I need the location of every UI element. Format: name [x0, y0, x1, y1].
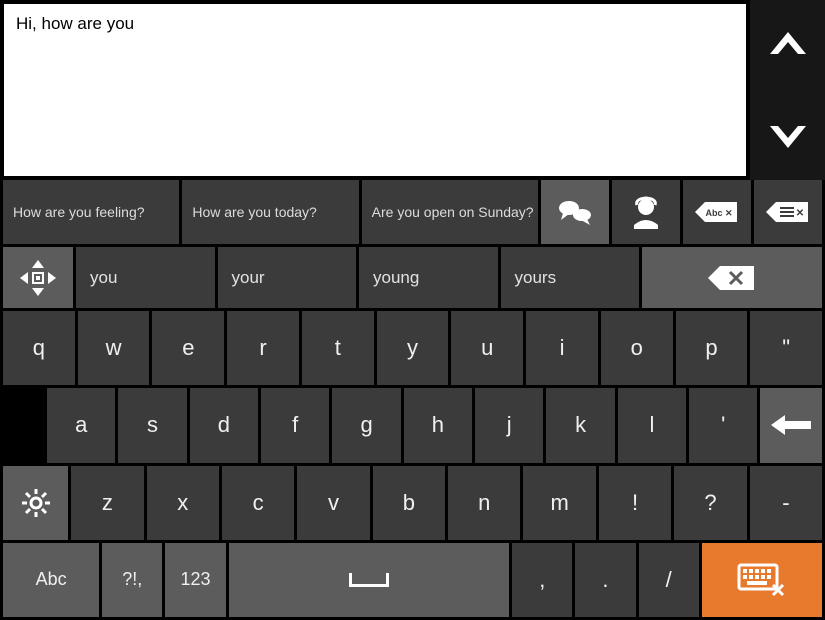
close-keyboard-button[interactable] — [702, 543, 822, 617]
word-prediction[interactable]: you — [76, 247, 215, 308]
key-v[interactable]: v — [297, 466, 369, 540]
key-i[interactable]: i — [526, 311, 598, 385]
svg-text:✕: ✕ — [796, 208, 804, 219]
row-spacer — [3, 388, 44, 462]
key-c[interactable]: c — [222, 466, 294, 540]
svg-text:Abc ✕: Abc ✕ — [705, 208, 732, 218]
key-comma[interactable]: , — [512, 543, 572, 617]
scroll-up-button[interactable] — [750, 0, 825, 90]
clear-line-icon: ✕ — [766, 201, 810, 223]
key-z[interactable]: z — [71, 466, 143, 540]
space-key[interactable] — [229, 543, 510, 617]
key-d[interactable]: d — [190, 388, 258, 462]
clear-line-button[interactable]: ✕ — [754, 180, 822, 244]
key-h[interactable]: h — [404, 388, 472, 462]
key-t[interactable]: t — [302, 311, 374, 385]
shift-abc-key[interactable]: Abc — [3, 543, 99, 617]
backspace-button[interactable] — [642, 247, 822, 308]
chevron-up-icon — [768, 30, 808, 60]
phrase-suggestion[interactable]: Are you open on Sunday? — [362, 180, 538, 244]
agent-button[interactable] — [612, 180, 680, 244]
key-slash[interactable]: / — [639, 543, 699, 617]
key-apostrophe[interactable]: ' — [689, 388, 757, 462]
chat-icon — [557, 198, 593, 226]
key-q[interactable]: q — [3, 311, 75, 385]
word-prediction[interactable]: your — [218, 247, 357, 308]
chevron-down-icon — [768, 120, 808, 150]
key-hyphen[interactable]: - — [750, 466, 822, 540]
key-n[interactable]: n — [448, 466, 520, 540]
key-exclaim[interactable]: ! — [599, 466, 671, 540]
key-question[interactable]: ? — [674, 466, 746, 540]
word-prediction[interactable]: young — [359, 247, 498, 308]
key-b[interactable]: b — [373, 466, 445, 540]
enter-icon — [771, 412, 811, 438]
clear-word-button[interactable]: Abc ✕ — [683, 180, 751, 244]
key-period[interactable]: . — [575, 543, 635, 617]
symbols-key[interactable]: ?!, — [102, 543, 162, 617]
key-m[interactable]: m — [523, 466, 595, 540]
numbers-key[interactable]: 123 — [165, 543, 225, 617]
key-s[interactable]: s — [118, 388, 186, 462]
chat-button[interactable] — [541, 180, 609, 244]
move-cursor-button[interactable] — [3, 247, 73, 308]
key-x[interactable]: x — [147, 466, 219, 540]
gear-icon — [20, 487, 52, 519]
space-icon — [349, 573, 389, 587]
key-e[interactable]: e — [152, 311, 224, 385]
key-w[interactable]: w — [78, 311, 150, 385]
key-f[interactable]: f — [261, 388, 329, 462]
word-prediction[interactable]: yours — [501, 247, 640, 308]
key-p[interactable]: p — [676, 311, 748, 385]
enter-key[interactable] — [760, 388, 822, 462]
key-y[interactable]: y — [377, 311, 449, 385]
scroll-down-button[interactable] — [750, 90, 825, 180]
key-o[interactable]: o — [601, 311, 673, 385]
clear-word-icon: Abc ✕ — [695, 201, 739, 223]
key-g[interactable]: g — [332, 388, 400, 462]
key-j[interactable]: j — [475, 388, 543, 462]
key-a[interactable]: a — [47, 388, 115, 462]
key-u[interactable]: u — [451, 311, 523, 385]
key-l[interactable]: l — [618, 388, 686, 462]
settings-key[interactable] — [3, 466, 68, 540]
key-k[interactable]: k — [546, 388, 614, 462]
key-r[interactable]: r — [227, 311, 299, 385]
close-keyboard-icon — [737, 563, 787, 597]
phrase-suggestion[interactable]: How are you feeling? — [3, 180, 179, 244]
key-doublequote[interactable]: " — [750, 311, 822, 385]
backspace-icon — [708, 265, 756, 291]
agent-icon — [629, 195, 663, 229]
message-textarea[interactable]: Hi, how are you — [4, 4, 746, 176]
phrase-suggestion[interactable]: How are you today? — [182, 180, 358, 244]
move-icon — [18, 258, 58, 298]
